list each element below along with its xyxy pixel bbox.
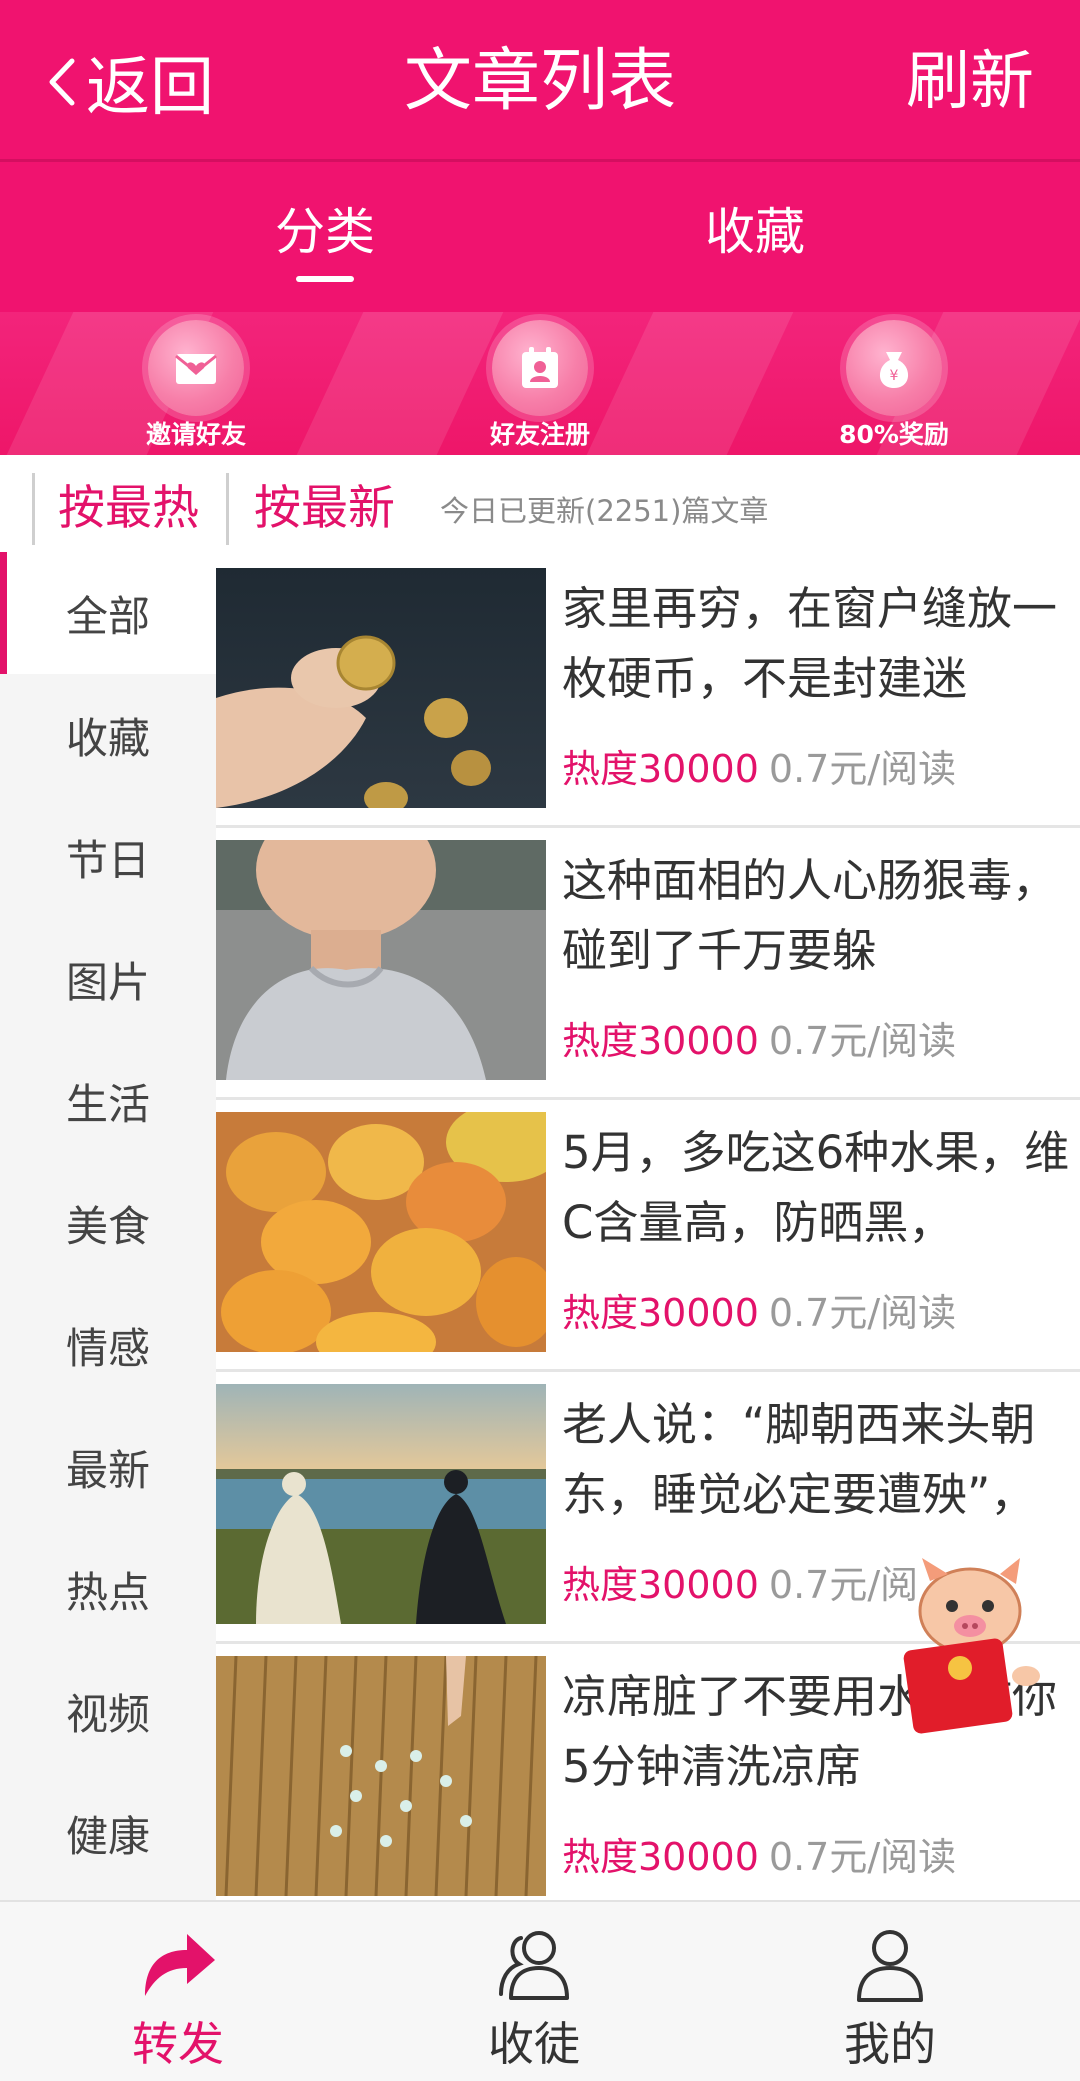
bamboo-mat-photo — [216, 1656, 546, 1896]
pig-red-envelope-icon — [903, 1558, 1040, 1734]
bottom-nav: 转发 收徒 我的 — [0, 1900, 1080, 2081]
nav-share-label: 转发 — [132, 2017, 224, 2071]
article-item[interactable]: 家里再穷，在窗户缝放一枚硬币，不是封建迷 热度30000 0.7元/阅读 — [216, 556, 1080, 828]
category-item-food[interactable]: 美食 — [0, 1162, 216, 1284]
refresh-button[interactable]: 刷新 — [906, 42, 1034, 122]
article-thumbnail — [216, 840, 546, 1080]
svg-text:¥: ¥ — [890, 368, 899, 384]
category-sidebar: 全部 收藏 节日 图片 生活 美食 情感 最新 热点 视频 健康 — [0, 552, 216, 1900]
promo-invite-label: 邀请好友 — [145, 420, 246, 449]
promo-reward[interactable]: ¥ 80%奖励 — [814, 320, 974, 452]
sort-bar: 按最热 按最新 今日已更新(2251)篇文章 — [0, 455, 1080, 560]
category-label: 健康 — [65, 1811, 150, 1861]
category-item-holiday[interactable]: 节日 — [0, 796, 216, 918]
coins-photo — [216, 568, 546, 808]
register-calendar-icon — [522, 347, 558, 388]
article-heat: 热度30000 — [562, 747, 759, 791]
category-item-pictures[interactable]: 图片 — [0, 918, 216, 1040]
tab-category[interactable]: 分类 — [250, 202, 400, 262]
nav-mine-label: 我的 — [844, 2017, 936, 2071]
article-heat: 热度30000 — [562, 1291, 759, 1335]
share-arrow-icon — [145, 1934, 215, 1996]
promo-reward-label: 80%奖励 — [839, 420, 949, 449]
nav-apprentice-label: 收徒 — [488, 2017, 580, 2071]
promo-register-label: 好友注册 — [489, 420, 590, 449]
article-price: 0.7元/阅读 — [768, 1835, 957, 1879]
category-label: 美食 — [65, 1201, 150, 1251]
category-label: 全部 — [65, 591, 150, 641]
category-label: 生活 — [65, 1079, 150, 1129]
article-thumbnail — [216, 1656, 546, 1896]
article-thumbnail — [216, 568, 546, 808]
active-category-indicator — [0, 552, 7, 674]
sort-new-button[interactable]: 按最新 — [254, 477, 395, 541]
category-label: 收藏 — [65, 713, 150, 763]
article-item[interactable]: 这种面相的人心肠狠毒，碰到了千万要躲 热度30000 0.7元/阅读 — [216, 828, 1080, 1100]
divider — [226, 473, 229, 545]
article-heat: 热度30000 — [562, 1835, 759, 1879]
article-title: 5月，多吃这6种水果，维C含量高，防晒黑， — [562, 1126, 1070, 1249]
category-item-favorites[interactable]: 收藏 — [0, 674, 216, 796]
update-count-text: 今日已更新(2251)篇文章 — [440, 494, 769, 528]
active-tab-indicator — [296, 276, 354, 282]
article-price: 0.7元/阅读 — [768, 1019, 957, 1063]
article-price: 0.7元/阅读 — [768, 1291, 957, 1335]
category-item-life[interactable]: 生活 — [0, 1040, 216, 1162]
article-item[interactable]: 5月，多吃这6种水果，维C含量高，防晒黑， 热度30000 0.7元/阅读 — [216, 1100, 1080, 1372]
article-meta: 热度30000 0.7元/阅 — [562, 1560, 918, 1610]
category-item-all[interactable]: 全部 — [0, 552, 216, 674]
promo-invite-friends[interactable]: 邀请好友 — [116, 320, 276, 452]
category-label: 最新 — [65, 1445, 150, 1495]
user-icon — [857, 1930, 923, 2002]
article-price: 0.7元/阅读 — [768, 747, 957, 791]
nav-share[interactable]: 转发 — [78, 1924, 278, 2074]
promo-banner: 邀请好友 好友注册 ¥ 80%奖励 — [0, 312, 1080, 455]
article-meta: 热度30000 0.7元/阅读 — [562, 744, 956, 794]
promo-friend-register[interactable]: 好友注册 — [460, 320, 620, 452]
invite-envelope-icon — [175, 354, 217, 384]
nav-mine[interactable]: 我的 — [790, 1924, 990, 2074]
article-meta: 热度30000 0.7元/阅读 — [562, 1288, 956, 1338]
man-portrait-photo — [216, 840, 546, 1080]
category-label: 图片 — [65, 957, 150, 1007]
article-heat: 热度30000 — [562, 1563, 759, 1607]
floating-red-envelope-button[interactable] — [900, 1556, 1050, 1736]
category-item-health[interactable]: 健康 — [0, 1772, 216, 1894]
sort-hot-button[interactable]: 按最热 — [58, 477, 199, 541]
article-heat: 热度30000 — [562, 1019, 759, 1063]
users-icon — [499, 1931, 569, 2000]
article-meta: 热度30000 0.7元/阅读 — [562, 1832, 956, 1882]
article-title: 老人说：“脚朝西来头朝东，睡觉必定要遭殃”， — [562, 1398, 1036, 1521]
article-thumbnail — [216, 1112, 546, 1352]
category-item-latest[interactable]: 最新 — [0, 1406, 216, 1528]
category-label: 节日 — [65, 835, 150, 885]
money-bag-icon: ¥ — [879, 352, 909, 388]
article-meta: 热度30000 0.7元/阅读 — [562, 1016, 956, 1066]
lakeside-couple-photo — [216, 1384, 546, 1624]
tab-bar: 分类 收藏 — [0, 162, 1080, 312]
divider — [32, 473, 35, 545]
article-title: 这种面相的人心肠狠毒，碰到了千万要躲 — [562, 854, 1058, 977]
tab-favorites[interactable]: 收藏 — [680, 202, 830, 262]
category-label: 情感 — [65, 1323, 150, 1373]
top-bar: 返回 文章列表 刷新 — [0, 0, 1080, 162]
category-label: 热点 — [65, 1567, 150, 1617]
article-title: 家里再穷，在窗户缝放一枚硬币，不是封建迷 — [562, 582, 1058, 705]
category-item-emotion[interactable]: 情感 — [0, 1284, 216, 1406]
category-item-video[interactable]: 视频 — [0, 1650, 216, 1772]
mangoes-photo — [216, 1112, 546, 1352]
article-thumbnail — [216, 1384, 546, 1624]
nav-apprentice[interactable]: 收徒 — [434, 1924, 634, 2074]
category-label: 视频 — [65, 1689, 150, 1739]
category-item-hot[interactable]: 热点 — [0, 1528, 216, 1650]
article-price: 0.7元/阅 — [768, 1563, 919, 1607]
